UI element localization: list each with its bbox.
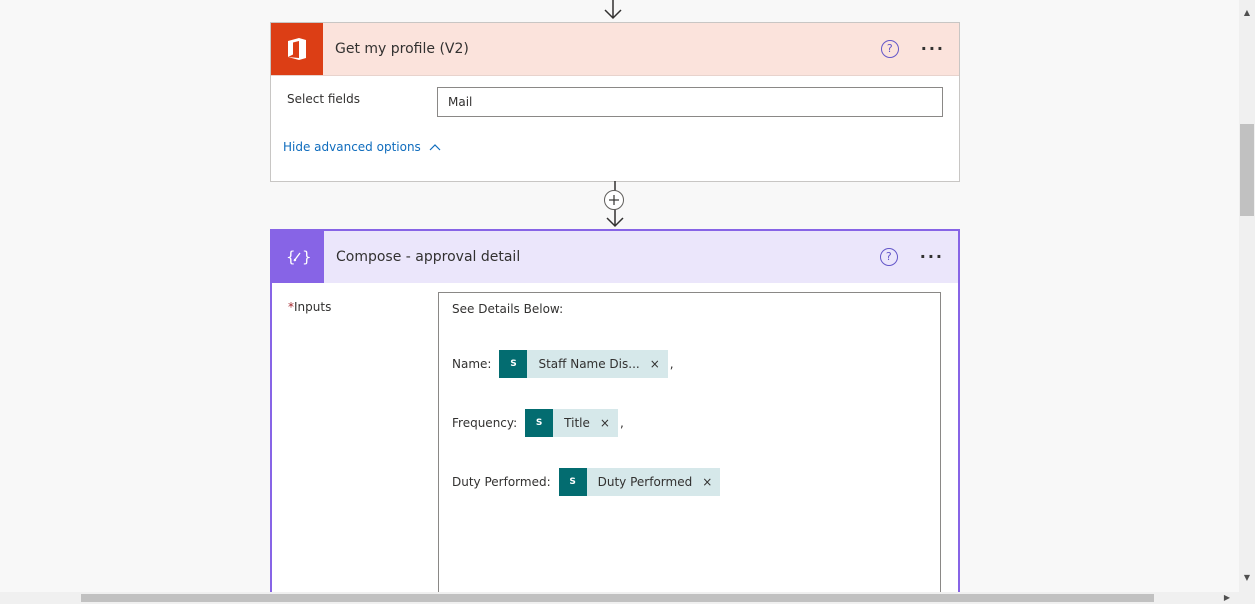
help-icon[interactable]: ? <box>880 40 899 58</box>
token-label: Title <box>564 416 590 430</box>
scroll-up-arrow-icon[interactable]: ▲ <box>1239 8 1255 17</box>
office-icon <box>271 23 323 75</box>
scroll-right-arrow-icon[interactable]: ▶ <box>1219 593 1235 602</box>
line-suffix: , <box>669 357 674 371</box>
hide-advanced-options-link[interactable]: Hide advanced options <box>283 140 441 154</box>
detail-line-name: Name: S Staff Name Dis... × , <box>452 350 674 378</box>
remove-token-icon[interactable]: × <box>646 357 668 371</box>
card-header[interactable]: { } Compose - approval detail ? ··· <box>272 231 958 283</box>
intro-text: See Details Below: <box>452 302 564 316</box>
token-label: Duty Performed <box>597 475 693 489</box>
dynamic-token[interactable]: S Duty Performed × <box>558 468 721 496</box>
line-label: Frequency: <box>452 416 518 430</box>
vertical-scrollbar[interactable]: ▲ ▼ <box>1239 0 1255 592</box>
dynamic-token[interactable]: S Title × <box>525 409 618 437</box>
inputs-label-text: Inputs <box>294 300 332 314</box>
line-label: Duty Performed: <box>452 475 551 489</box>
line-label: Name: <box>452 357 492 371</box>
more-options-icon[interactable]: ··· <box>921 41 945 57</box>
add-step-button[interactable] <box>604 190 624 210</box>
svg-text:{: { <box>286 248 296 266</box>
inputs-editor[interactable]: See Details Below: Name: S Staff Name Di… <box>438 292 941 592</box>
help-icon[interactable]: ? <box>879 248 898 266</box>
svg-text:}: } <box>302 248 311 266</box>
sharepoint-icon: S <box>499 350 528 378</box>
detail-line-duty: Duty Performed: S Duty Performed × <box>452 468 722 496</box>
vertical-scroll-thumb[interactable] <box>1240 124 1254 216</box>
card-title: Compose - approval detail <box>336 249 521 265</box>
inputs-label: *Inputs <box>288 300 331 314</box>
compose-approval-detail-card: { } Compose - approval detail ? ··· *Inp… <box>270 229 960 592</box>
detail-line-frequency: Frequency: S Title × , <box>452 409 624 437</box>
plus-icon <box>609 195 619 205</box>
select-fields-input[interactable]: Mail <box>437 87 943 117</box>
dynamic-token[interactable]: S Staff Name Dis... × <box>499 350 668 378</box>
flow-canvas: Get my profile (V2) ? ··· Select fields … <box>0 0 1239 592</box>
flow-arrow-icon <box>604 0 622 20</box>
remove-token-icon[interactable]: × <box>698 475 720 489</box>
more-options-icon[interactable]: ··· <box>920 249 944 265</box>
horizontal-scrollbar[interactable]: ▶ <box>0 592 1255 604</box>
intro-line: See Details Below: <box>452 302 563 316</box>
get-my-profile-card: Get my profile (V2) ? ··· Select fields … <box>270 22 960 182</box>
sharepoint-icon: S <box>525 409 554 437</box>
card-header[interactable]: Get my profile (V2) ? ··· <box>271 23 959 76</box>
line-suffix: , <box>619 416 624 430</box>
scroll-down-arrow-icon[interactable]: ▼ <box>1239 573 1255 582</box>
remove-token-icon[interactable]: × <box>596 416 618 430</box>
token-label: Staff Name Dis... <box>538 357 640 371</box>
sharepoint-icon: S <box>558 468 587 496</box>
select-fields-label: Select fields <box>287 92 360 106</box>
card-title: Get my profile (V2) <box>335 41 469 57</box>
compose-icon: { } <box>272 231 324 283</box>
toggle-label: Hide advanced options <box>283 140 421 154</box>
horizontal-scroll-thumb[interactable] <box>81 594 1154 602</box>
chevron-up-icon <box>429 144 441 151</box>
